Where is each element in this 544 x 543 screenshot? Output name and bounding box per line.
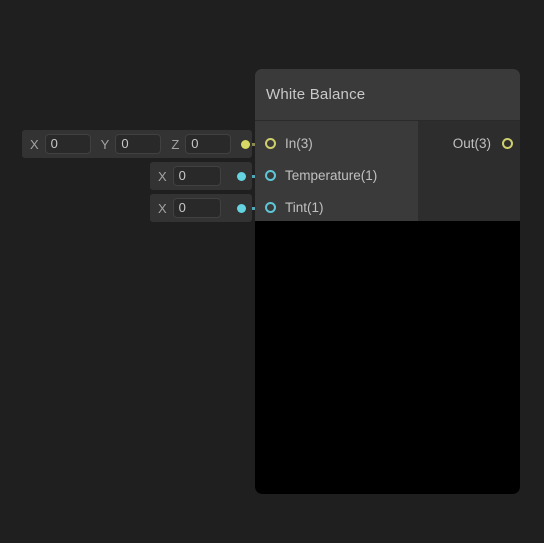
port-row-in[interactable]: In(3) (255, 127, 418, 159)
axis-label-z: Z (171, 136, 180, 152)
axis-label-y: Y (100, 136, 110, 152)
port-label-in: In(3) (285, 135, 313, 151)
port-row-temperature[interactable]: Temperature(1) (255, 159, 418, 191)
temperature-connector-dot[interactable] (237, 171, 246, 181)
tint-connector-dot[interactable] (237, 203, 246, 213)
port-socket-out-icon[interactable] (502, 137, 513, 149)
vector3-y-field[interactable] (115, 134, 162, 154)
port-label-temperature: Temperature(1) (285, 167, 378, 183)
port-row-tint[interactable]: Tint(1) (255, 191, 418, 223)
vector3-z-field[interactable] (185, 134, 232, 154)
tint-input-widget[interactable]: X (150, 194, 252, 222)
node-input-ports: In(3) Temperature(1) Tint(1) (255, 121, 418, 221)
node-header[interactable]: White Balance (255, 69, 520, 121)
vector3-input-widget[interactable]: X Y Z (22, 130, 252, 158)
axis-label-x: X (30, 136, 39, 152)
vector3-connector-dot[interactable] (241, 139, 251, 149)
tint-x-field[interactable] (172, 198, 221, 218)
vector3-x-field[interactable] (44, 134, 91, 154)
node-title: White Balance (266, 86, 366, 103)
axis-label-x: X (158, 168, 167, 184)
temperature-input-widget[interactable]: X (150, 162, 252, 190)
node-white-balance[interactable]: White Balance In(3) Temperature(1) Tint(… (255, 69, 520, 494)
port-socket-temperature-icon[interactable] (265, 169, 276, 181)
node-preview-thumbnail[interactable] (255, 221, 520, 494)
port-label-out: Out(3) (452, 135, 491, 151)
port-label-tint: Tint(1) (285, 199, 324, 215)
port-socket-in-icon[interactable] (265, 137, 276, 149)
node-graph-canvas[interactable]: X Y Z X X White Balance In(3) (0, 0, 544, 543)
node-ports-section: In(3) Temperature(1) Tint(1) Out(3) (255, 121, 520, 221)
port-socket-tint-icon[interactable] (265, 201, 276, 213)
node-output-ports: Out(3) (418, 121, 520, 221)
port-row-out[interactable]: Out(3) (418, 127, 520, 159)
axis-label-x: X (158, 200, 167, 216)
temperature-x-field[interactable] (172, 166, 221, 186)
